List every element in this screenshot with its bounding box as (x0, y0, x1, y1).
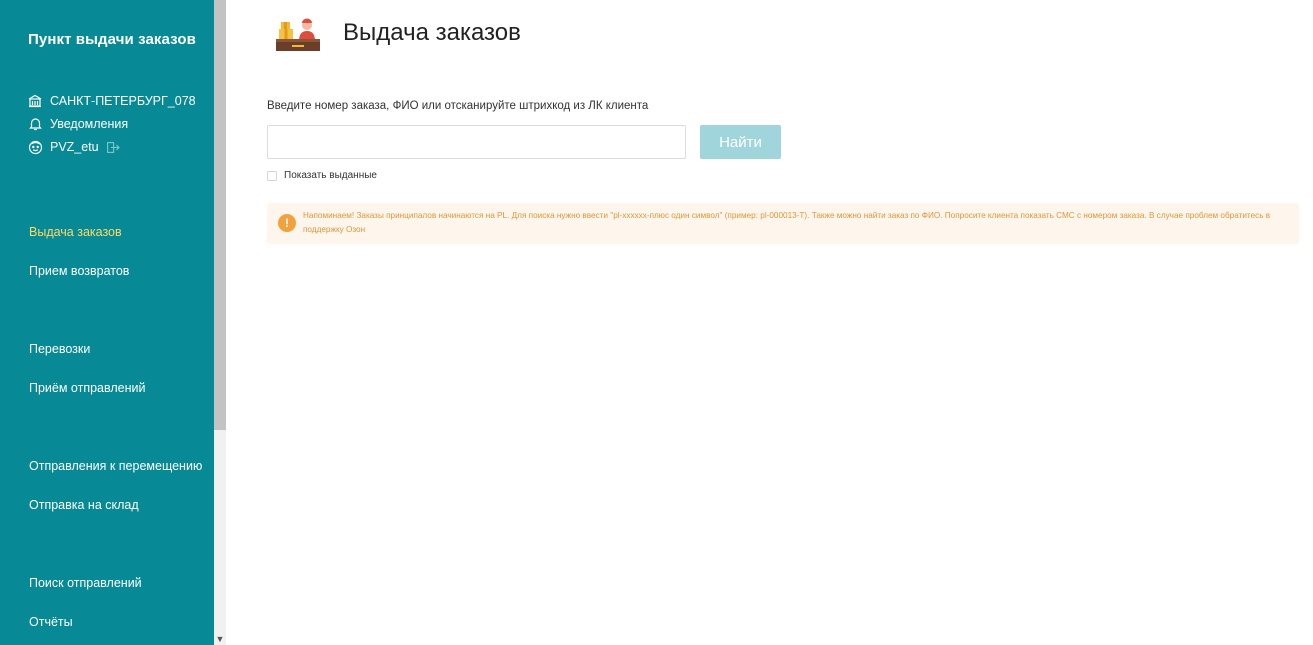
nav-item-transfer[interactable]: Отправления к перемещению (29, 459, 202, 473)
user-face-icon (27, 139, 43, 155)
nav-item-order-issue[interactable]: Выдача заказов (29, 225, 122, 239)
brand-title: Пункт выдачи заказов (28, 31, 196, 48)
show-issued-checkbox[interactable] (267, 170, 277, 181)
building-icon (27, 93, 43, 109)
notifications-row[interactable]: Уведомления (27, 116, 128, 132)
nav-item-warehouse[interactable]: Отправка на склад (29, 498, 139, 512)
user-row: PVZ_etu (27, 139, 120, 155)
find-button[interactable]: Найти (700, 125, 781, 159)
page-title: Выдача заказов (343, 19, 521, 46)
search-prompt-label: Введите номер заказа, ФИО или отсканируй… (267, 100, 649, 112)
user-label: PVZ_etu (50, 140, 99, 154)
logout-icon[interactable] (106, 141, 120, 153)
show-issued-label: Показать выданные (284, 170, 377, 181)
parcel-desk-icon (276, 17, 322, 55)
bell-icon (27, 116, 43, 132)
sidebar-scrollbar-thumb[interactable] (214, 0, 226, 430)
scroll-down-arrow-icon[interactable]: ▼ (214, 633, 226, 645)
show-issued-toggle[interactable]: Показать выданные (267, 170, 377, 181)
sidebar: Пункт выдачи заказов САНКТ-ПЕТЕРБУРГ_078… (0, 0, 214, 645)
exclamation-icon: ! (278, 214, 296, 232)
order-search-input[interactable] (267, 125, 686, 159)
location-row: САНКТ-ПЕТЕРБУРГ_078 (27, 93, 196, 109)
nav-item-search[interactable]: Поиск отправлений (29, 576, 142, 590)
notice-banner: ! Напоминаем! Заказы принципалов начинаю… (267, 203, 1299, 244)
notice-text: Напоминаем! Заказы принципалов начинаютс… (303, 211, 1271, 234)
location-label: САНКТ-ПЕТЕРБУРГ_078 (50, 94, 196, 108)
nav-item-transport[interactable]: Перевозки (29, 342, 90, 356)
nav-item-reports[interactable]: Отчёты (29, 615, 73, 629)
nav-item-returns[interactable]: Прием возвратов (29, 264, 129, 278)
notifications-label: Уведомления (50, 117, 129, 131)
nav-item-receiving[interactable]: Приём отправлений (29, 381, 145, 395)
